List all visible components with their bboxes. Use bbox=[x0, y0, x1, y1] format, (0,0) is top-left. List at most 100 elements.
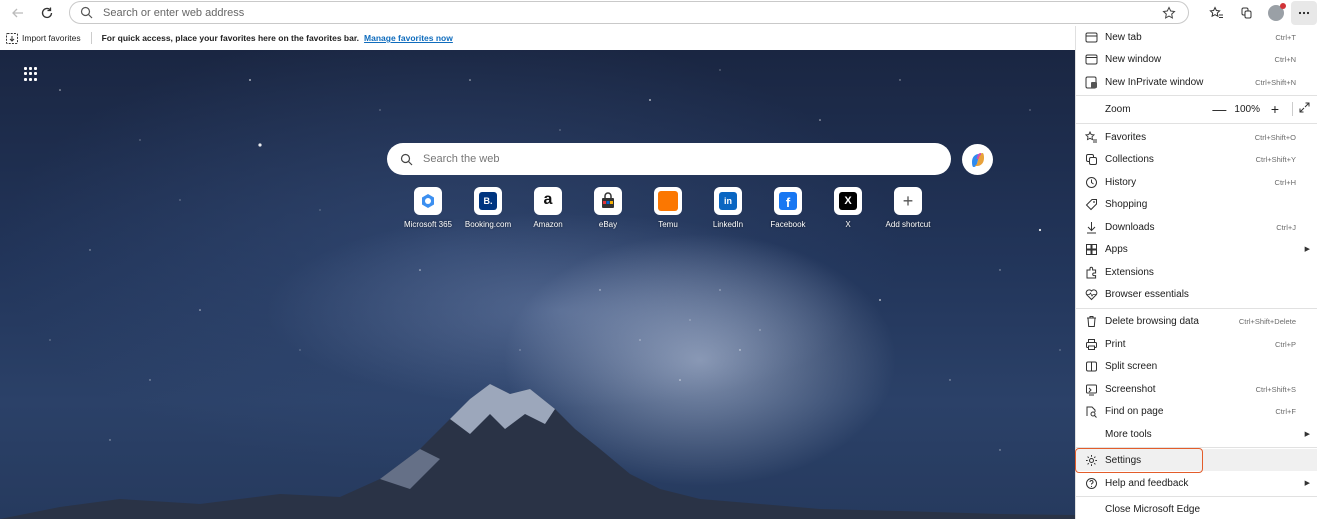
menu-item-history[interactable]: History Ctrl+H bbox=[1076, 171, 1317, 193]
submenu-arrow-icon: ▶ bbox=[1304, 480, 1310, 487]
new-window-icon bbox=[1084, 52, 1098, 66]
menu-item-extensions[interactable]: Extensions bbox=[1076, 261, 1317, 283]
more-icon bbox=[1298, 11, 1310, 15]
shortcut-label: Facebook bbox=[770, 220, 806, 229]
microsoft365-icon bbox=[414, 187, 442, 215]
menu-divider bbox=[1076, 308, 1317, 309]
menu-item-find-on-page[interactable]: Find on page Ctrl+F bbox=[1076, 400, 1317, 422]
toolbar-right-icons bbox=[1201, 0, 1317, 26]
shortcut-linkedin[interactable]: in LinkedIn bbox=[698, 187, 758, 229]
menu-item-new-inprivate-window[interactable]: New InPrivate window Ctrl+Shift+N bbox=[1076, 71, 1317, 93]
download-icon bbox=[1084, 220, 1098, 234]
menu-item-split-screen[interactable]: Split screen bbox=[1076, 355, 1317, 377]
menu-item-label: Collections bbox=[1105, 153, 1154, 165]
copilot-button[interactable] bbox=[962, 144, 993, 175]
menu-divider bbox=[1076, 123, 1317, 124]
settings-and-more-button[interactable] bbox=[1291, 1, 1317, 25]
menu-item-shopping[interactable]: Shopping bbox=[1076, 193, 1317, 215]
menu-item-shortcut: Ctrl+Shift+Y bbox=[1255, 154, 1296, 164]
fullscreen-icon bbox=[1299, 102, 1310, 113]
shortcut-facebook[interactable]: f Facebook bbox=[758, 187, 818, 229]
menu-item-downloads[interactable]: Downloads Ctrl+J bbox=[1076, 216, 1317, 238]
shortcut-ebay[interactable]: eBay bbox=[578, 187, 638, 229]
shortcut-amazon[interactable]: a Amazon bbox=[518, 187, 578, 229]
shortcut-label: X bbox=[845, 220, 851, 229]
manage-favorites-link[interactable]: Manage favorites now bbox=[364, 33, 453, 43]
menu-item-label: Help and feedback bbox=[1105, 477, 1189, 489]
menu-item-browser-essentials[interactable]: Browser essentials bbox=[1076, 283, 1317, 305]
import-favorites-button[interactable]: Import favorites bbox=[0, 32, 81, 44]
menu-item-label: Downloads bbox=[1105, 221, 1155, 233]
menu-item-label: New window bbox=[1105, 53, 1162, 65]
zoom-in-button[interactable]: + bbox=[1264, 101, 1286, 117]
web-search-input[interactable] bbox=[423, 153, 951, 165]
menu-item-label: Extensions bbox=[1105, 266, 1154, 278]
menu-item-label: Shopping bbox=[1105, 198, 1148, 210]
menu-item-new-window[interactable]: New window Ctrl+N bbox=[1076, 48, 1317, 70]
menu-item-label: Close Microsoft Edge bbox=[1105, 503, 1201, 515]
apps-icon bbox=[1084, 242, 1098, 256]
new-tab-icon bbox=[1084, 30, 1098, 44]
zoom-controls: — 100% + bbox=[1208, 98, 1310, 120]
collections-button[interactable] bbox=[1231, 1, 1261, 25]
shortcut-label: Temu bbox=[658, 220, 678, 229]
menu-item-settings[interactable]: Settings bbox=[1076, 449, 1317, 471]
shortcut-temu[interactable]: Temu bbox=[638, 187, 698, 229]
shortcut-booking[interactable]: B. Booking.com bbox=[458, 187, 518, 229]
menu-item-shortcut: Ctrl+T bbox=[1275, 32, 1296, 42]
split-screen-icon bbox=[1084, 359, 1098, 373]
address-bar[interactable] bbox=[69, 1, 1189, 24]
menu-item-shortcut: Ctrl+N bbox=[1274, 54, 1296, 64]
linkedin-icon: in bbox=[714, 187, 742, 215]
x-icon: X bbox=[834, 187, 862, 215]
menu-item-label: Screenshot bbox=[1105, 383, 1156, 395]
favorites-icon bbox=[1208, 6, 1223, 18]
shortcut-label: LinkedIn bbox=[712, 220, 744, 229]
zoom-out-button[interactable]: — bbox=[1208, 101, 1230, 117]
address-input[interactable] bbox=[103, 6, 1158, 19]
shortcut-x[interactable]: X X bbox=[818, 187, 878, 229]
favorites-bar-message: For quick access, place your favorites h… bbox=[101, 33, 360, 43]
menu-item-shortcut: Ctrl+J bbox=[1276, 222, 1296, 232]
help-icon bbox=[1084, 476, 1098, 490]
refresh-button[interactable] bbox=[33, 1, 61, 25]
collections-icon bbox=[1084, 152, 1098, 166]
web-search-box[interactable] bbox=[387, 143, 951, 175]
printer-icon bbox=[1084, 337, 1098, 351]
gear-icon bbox=[1084, 453, 1098, 467]
favbar-divider bbox=[90, 32, 92, 44]
amazon-icon: a bbox=[534, 187, 562, 215]
menu-item-screenshot[interactable]: Screenshot Ctrl+Shift+S bbox=[1076, 378, 1317, 400]
menu-item-delete-browsing-data[interactable]: Delete browsing data Ctrl+Shift+Delete bbox=[1076, 310, 1317, 332]
shortcut-microsoft365[interactable]: Microsoft 365 bbox=[398, 187, 458, 229]
back-button[interactable] bbox=[4, 1, 32, 25]
menu-item-shortcut: Ctrl+Shift+Delete bbox=[1238, 316, 1296, 326]
menu-item-label: Settings bbox=[1105, 454, 1142, 466]
menu-item-collections[interactable]: Collections Ctrl+Shift+Y bbox=[1076, 148, 1317, 170]
shortcuts-row: Microsoft 365 B. Booking.com a Amazon eB… bbox=[398, 187, 938, 229]
fullscreen-button[interactable] bbox=[1299, 102, 1310, 116]
submenu-arrow-icon: ▶ bbox=[1304, 431, 1310, 438]
add-favorite-button[interactable] bbox=[1158, 2, 1180, 24]
menu-item-close-edge[interactable]: Close Microsoft Edge bbox=[1076, 498, 1317, 519]
back-icon bbox=[12, 8, 23, 18]
menu-item-new-tab[interactable]: New tab Ctrl+T bbox=[1076, 26, 1317, 48]
plus-icon: + bbox=[894, 187, 922, 215]
refresh-icon bbox=[41, 7, 53, 19]
shortcut-label: Add shortcut bbox=[885, 220, 931, 229]
favorites-button[interactable] bbox=[1201, 1, 1231, 25]
apps-launcher-icon[interactable] bbox=[24, 67, 38, 81]
menu-item-more-tools[interactable]: More tools ▶ bbox=[1076, 423, 1317, 445]
menu-item-apps[interactable]: Apps ▶ bbox=[1076, 238, 1317, 260]
menu-item-label: Delete browsing data bbox=[1105, 315, 1199, 327]
temu-icon bbox=[654, 187, 682, 215]
extensions-icon bbox=[1084, 265, 1098, 279]
search-icon bbox=[80, 6, 93, 19]
heart-pulse-icon bbox=[1084, 287, 1098, 301]
booking-icon: B. bbox=[474, 187, 502, 215]
menu-item-print[interactable]: Print Ctrl+P bbox=[1076, 333, 1317, 355]
menu-item-favorites[interactable]: Favorites Ctrl+Shift+O bbox=[1076, 126, 1317, 148]
profile-button[interactable] bbox=[1261, 1, 1291, 25]
menu-item-help-and-feedback[interactable]: Help and feedback ▶ bbox=[1076, 472, 1317, 494]
shortcut-add[interactable]: + Add shortcut bbox=[878, 187, 938, 229]
